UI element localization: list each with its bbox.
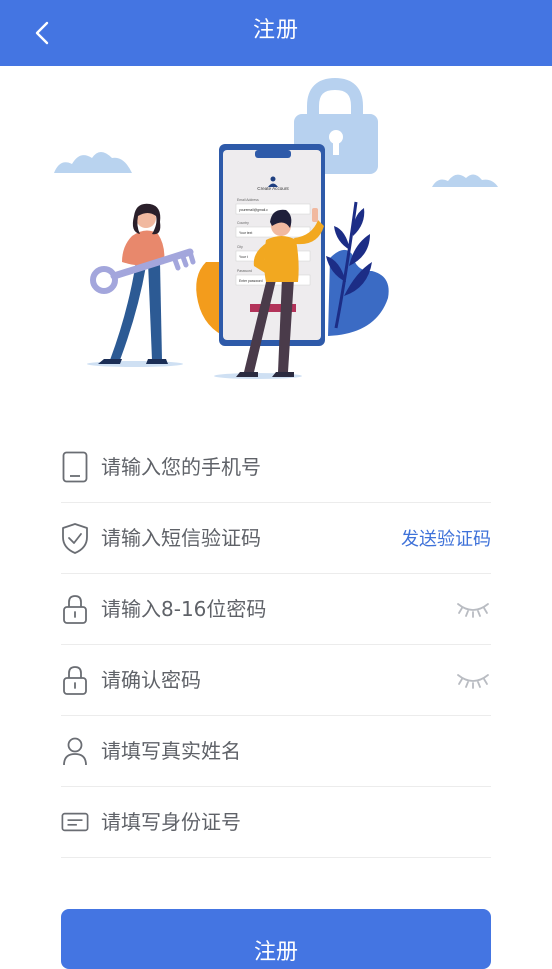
svg-text:Your t: Your t: [239, 255, 248, 259]
page-title: 注册: [252, 18, 299, 43]
phone-input[interactable]: [101, 447, 491, 487]
real-name-row: [61, 716, 491, 787]
password-row: [61, 574, 491, 645]
id-number-row: [61, 787, 491, 858]
phone-icon: [61, 451, 89, 483]
cloud-right-icon: [432, 174, 498, 187]
password-input[interactable]: [101, 589, 455, 629]
svg-text:City: City: [237, 245, 243, 249]
svg-text:Country: Country: [237, 221, 249, 225]
sms-code-row: 发送验证码: [61, 503, 491, 574]
svg-text:Enter password: Enter password: [239, 279, 263, 283]
send-code-button[interactable]: 发送验证码: [401, 525, 491, 551]
svg-text:Your text: Your text: [239, 231, 252, 235]
confirm-password-input[interactable]: [101, 660, 455, 700]
lock-icon: [61, 664, 89, 696]
eye-closed-icon: [457, 603, 489, 618]
shield-check-icon: [61, 522, 89, 554]
woman-figure: [87, 203, 196, 367]
eye-closed-icon: [457, 674, 489, 689]
confirm-password-visibility-toggle[interactable]: [455, 668, 491, 692]
cloud-left-icon: [54, 152, 132, 173]
svg-text:youremail@gmail.c: youremail@gmail.c: [239, 208, 268, 212]
confirm-password-row: [61, 645, 491, 716]
user-icon: [61, 735, 89, 767]
lock-icon: [61, 593, 89, 625]
register-button[interactable]: 注册: [61, 909, 491, 969]
password-visibility-toggle[interactable]: [455, 597, 491, 621]
id-number-input[interactable]: [101, 802, 491, 842]
nav-bar: 注册: [0, 0, 552, 66]
register-form: 发送验证码: [61, 432, 491, 858]
hero-illustration: Create Account Email Address youremail@g…: [0, 66, 552, 406]
sms-code-input[interactable]: [101, 518, 401, 558]
register-button-label: 注册: [253, 940, 298, 965]
phone-row: [61, 432, 491, 503]
svg-text:Password: Password: [237, 269, 252, 273]
real-name-input[interactable]: [101, 731, 491, 771]
id-card-icon: [61, 806, 89, 838]
svg-text:Email Address: Email Address: [237, 198, 259, 202]
plant-icon: [326, 201, 389, 336]
svg-text:Create Account: Create Account: [257, 186, 289, 191]
